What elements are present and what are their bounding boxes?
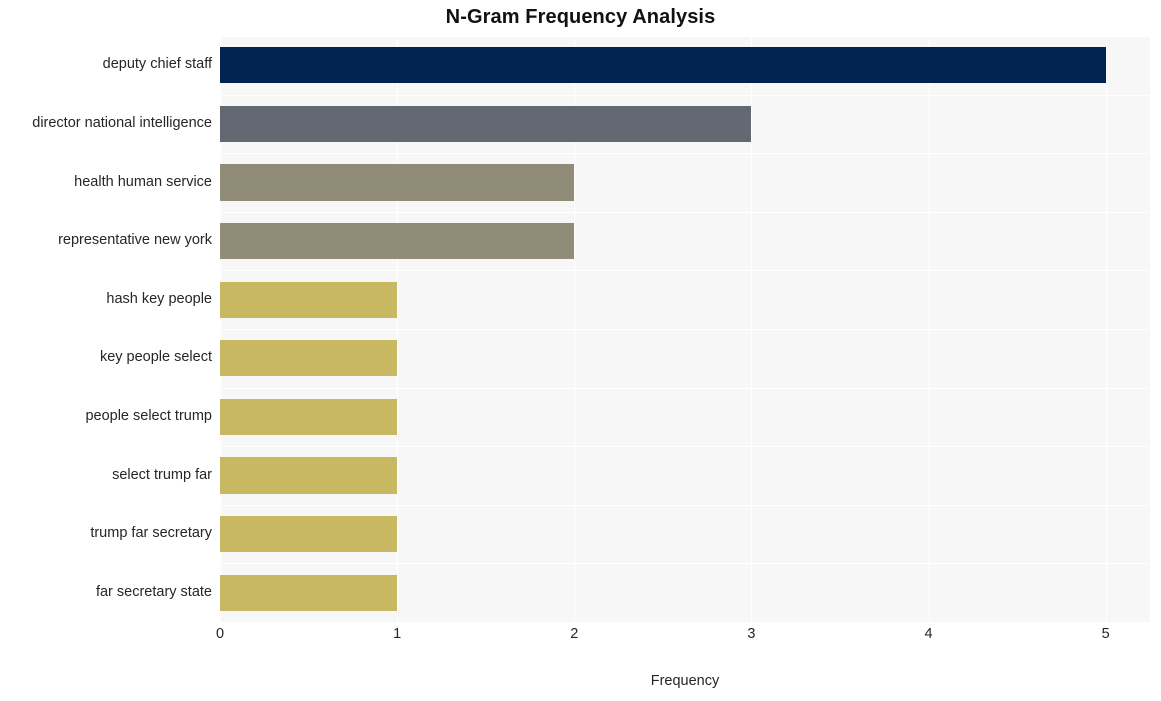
x-axis-tick-label: 1 — [393, 626, 402, 642]
y-axis-tick-label: representative new york — [58, 232, 212, 249]
x-axis-tick-label: 5 — [1101, 626, 1110, 642]
chart-title: N-Gram Frequency Analysis — [445, 6, 716, 28]
y-axis-tick-label: key people select — [99, 349, 212, 366]
y-axis-tick-label: people select trump — [85, 407, 212, 424]
x-axis-tick-label: 0 — [215, 626, 225, 642]
y-axis-tick-label: select trump far — [112, 466, 212, 483]
x-axis-tick-label: 2 — [570, 626, 579, 642]
bar[interactable] — [220, 47, 1106, 84]
y-axis-tick-label: director national intelligence — [32, 114, 212, 131]
y-axis-tick-label: hash key people — [106, 290, 212, 307]
y-axis-tick-label: trump far secretary — [90, 525, 212, 542]
bar[interactable] — [220, 281, 398, 318]
x-axis-tick-label: 4 — [924, 626, 933, 642]
y-axis-tick-labels: deputy chief staff director national inte… — [0, 36, 212, 622]
y-axis-tick-label: health human service — [74, 173, 212, 190]
bar[interactable] — [220, 105, 752, 143]
bar[interactable] — [220, 398, 398, 436]
chart-figure: N-Gram Frequency Analysis deputy chief s… — [0, 0, 1161, 701]
x-axis-tick-labels: 0 1 2 3 4 5 — [0, 626, 1161, 652]
bars-layer — [220, 36, 1150, 622]
plot-area — [220, 36, 1150, 622]
bar[interactable] — [220, 515, 398, 553]
x-axis-tick-label: 3 — [747, 626, 756, 642]
bar[interactable] — [220, 164, 575, 201]
y-axis-tick-label: deputy chief staff — [102, 56, 212, 73]
bar[interactable] — [220, 457, 398, 494]
bar[interactable] — [220, 222, 575, 260]
bar[interactable] — [220, 340, 398, 377]
x-axis-title: Frequency — [650, 673, 720, 689]
bar[interactable] — [220, 574, 398, 611]
y-axis-tick-label: far secretary state — [95, 583, 212, 600]
